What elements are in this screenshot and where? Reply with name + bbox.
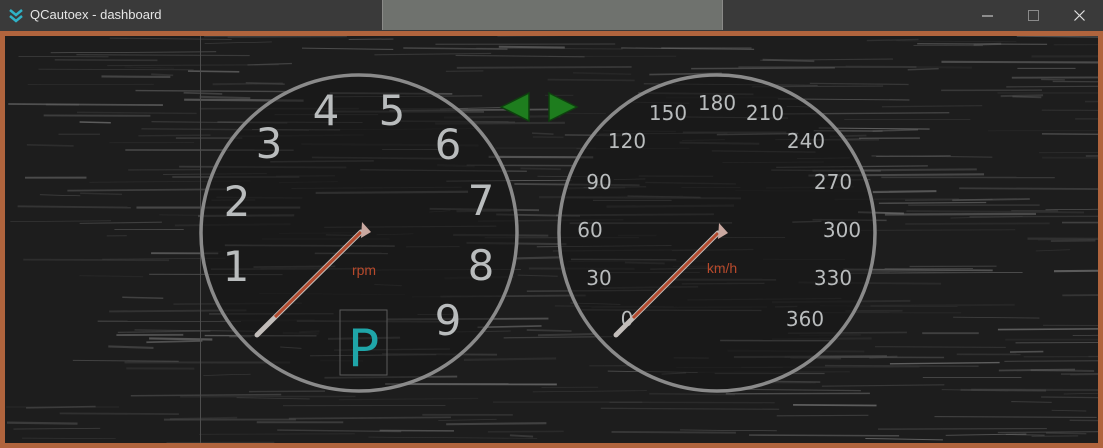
rpm-unit-label: rpm [352,262,376,278]
rpm-tick-5: 5 [379,86,406,135]
arrow-right-icon [548,91,579,123]
speed-tick-90: 90 [586,170,611,194]
speedometer-gauge: 0306090120150 180 210240270300330360 km/h [557,73,877,393]
gauges-layer: 1234 56789 rpm P 0306090120150 180 21024027… [199,73,877,393]
rpm-tick-8: 8 [468,241,495,290]
rpm-tick-7: 7 [468,176,495,225]
speed-tick-330: 330 [814,266,852,290]
speed-tick-180: 180 [698,91,736,115]
speed-tick-60: 60 [577,218,602,242]
dashboard-area: 123456789 rpm P 0 30 60 90 120 150 180 210 240 27… [5,36,1098,443]
arrow-left-icon [499,91,530,123]
turn-signal-right[interactable] [548,91,579,123]
window-title: QCautoex - dashboard [30,7,162,22]
speed-unit-label: km/h [707,260,737,276]
rpm-tick-6: 6 [435,120,462,169]
rpm-tick-3: 3 [256,119,283,168]
rpm-tick-2: 2 [224,177,251,226]
title-bar[interactable]: QCautoex - dashboard [0,0,1103,31]
turn-signal-left[interactable] [499,91,530,123]
speed-tick-210: 210 [746,101,784,125]
minimize-icon [982,15,993,17]
rpm-tick-4: 4 [313,86,340,135]
rpm-tick-1: 1 [223,242,250,291]
speed-tick-240: 240 [787,129,825,153]
close-button[interactable] [1057,0,1103,31]
speed-tick-270: 270 [814,170,852,194]
rpm-tick-9: 9 [435,296,462,345]
speed-tick-300: 300 [823,218,861,242]
gear-indicator: P [348,319,379,379]
speed-tick-150: 150 [649,101,687,125]
minimize-button[interactable] [965,0,1011,31]
speed-tick-120: 120 [608,129,646,153]
tachometer-gauge: 1 234 567 89 rpm P [199,73,519,393]
maximize-icon [1028,10,1039,21]
title-bar-preview-area [382,0,723,30]
close-icon [1074,10,1085,21]
double-chevron-down-icon [9,9,23,23]
speed-tick-360: 360 [786,307,824,331]
maximize-button[interactable] [1011,0,1057,31]
speed-tick-30: 30 [586,266,611,290]
